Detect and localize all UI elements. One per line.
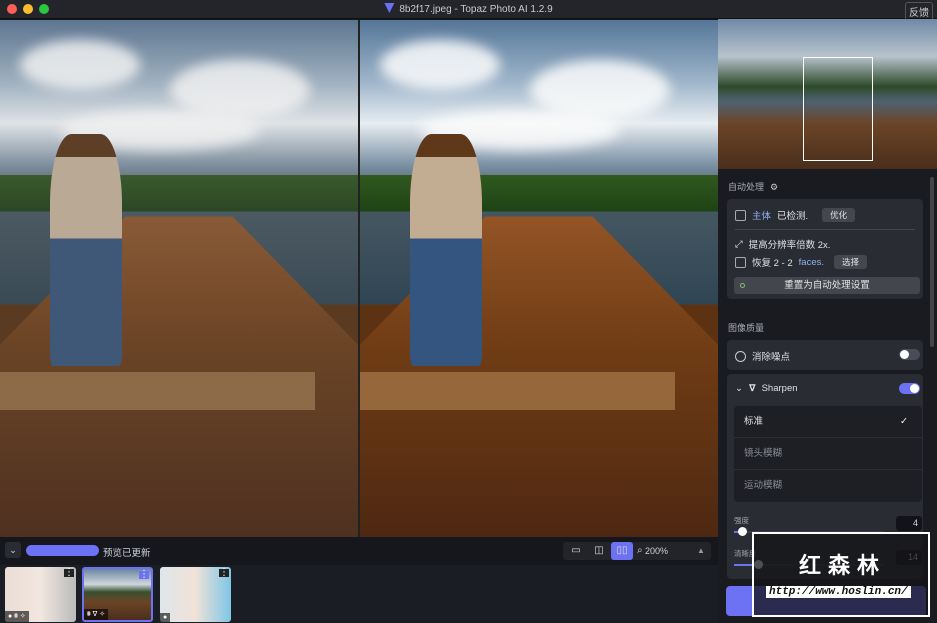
chevron-down-icon[interactable]: ⌄ — [735, 383, 743, 394]
face-detect-icon — [735, 256, 746, 268]
sharpen-icon: ∇ — [748, 383, 756, 394]
detected-text: 已检测. — [777, 211, 809, 222]
thumbnail-badges: ⩩ ∇ ✧ — [84, 609, 109, 620]
window-title: 8b2f17.jpeg - Topaz Photo AI 1.2.9 — [0, 3, 937, 15]
panel-scrollbar[interactable] — [930, 177, 934, 347]
bottom-toolbar: ⌄ 预览已更新 ▭ ◫ ▯▯ ⌕ 200% ▲ — [0, 537, 718, 565]
optimize-button[interactable]: 优化 — [822, 208, 856, 222]
more-options-icon[interactable]: ⋮ — [139, 570, 149, 580]
collapse-thumbnails-button[interactable]: ⌄ — [5, 542, 21, 558]
select-faces-button[interactable]: 选择 — [834, 255, 868, 269]
preview-status: 预览已更新 — [103, 548, 151, 559]
option-label: 标准 — [744, 416, 764, 427]
thumbnail-boat[interactable]: ⋮ ⩩ ∇ ✧ — [82, 567, 153, 622]
subject-detect-icon — [735, 209, 746, 221]
strength-label: 强度 — [734, 516, 749, 525]
denoise-icon — [735, 350, 746, 362]
thumbnail-badges: ● — [160, 613, 171, 622]
autopilot-header: 自动处理 ⚙ — [728, 180, 778, 193]
more-options-icon[interactable]: ⋮ — [219, 568, 229, 578]
thumbnail-portrait-1[interactable]: ⋮ ● ⩩ ✧ — [5, 567, 76, 622]
option-label: 运动模糊 — [744, 480, 783, 491]
window-title-text: 8b2f17.jpeg - Topaz Photo AI 1.2.9 — [399, 4, 553, 15]
sharpen-toggle[interactable] — [899, 383, 920, 394]
denoise-label: 消除噪点 — [752, 352, 791, 363]
sharpen-option-lens-blur[interactable]: 镜头模糊 — [734, 438, 922, 470]
gear-icon[interactable]: ⚙ — [770, 182, 778, 193]
reset-autopilot-button[interactable]: 重置为自动处理设置 — [734, 277, 920, 294]
watermark-text: 红森林 — [799, 553, 887, 578]
reset-label: 重置为自动处理设置 — [784, 280, 870, 291]
sharpen-model-list: 标准 ✓ 镜头模糊 运动模糊 — [734, 406, 922, 502]
expand-arrows-icon: ⤢ — [735, 238, 743, 250]
chevron-up-icon[interactable]: ▲ — [697, 546, 705, 555]
denoise-toggle[interactable] — [899, 349, 920, 360]
thumbnail-badges: ● ⩩ ✧ — [5, 611, 29, 622]
faces-link[interactable]: faces. — [799, 257, 824, 268]
sharpen-option-standard[interactable]: 标准 ✓ — [734, 406, 922, 438]
image-quality-header: 图像质量 — [728, 323, 765, 333]
strength-value[interactable]: 4 — [896, 516, 922, 531]
view-mode-group: ▭ ◫ ▯▯ ⌕ 200% ▲ — [563, 542, 711, 560]
autopilot-card: 主体 已检测. 优化 ⤢ 提高分辨率倍数 2x. 恢复 2 - 2 faces. 选择 重… — [727, 199, 923, 299]
zoom-icon[interactable]: ⌕ — [637, 545, 643, 556]
zoom-level[interactable]: 200% — [645, 546, 668, 556]
sharpen-option-motion-blur[interactable]: 运动模糊 — [734, 470, 922, 502]
watermark: 红森林 http://www.hoslin.cn/ — [752, 532, 930, 617]
subject-label: 主体 — [752, 211, 772, 222]
thumbnail-portrait-2[interactable]: ⋮ ● — [160, 567, 231, 622]
autopilot-title: 自动处理 — [728, 182, 765, 192]
denoise-card[interactable]: 消除噪点 — [727, 340, 923, 370]
sharpen-label: Sharpen — [761, 383, 798, 394]
split-view-button[interactable]: ◫ — [588, 542, 610, 560]
option-label: 镜头模糊 — [744, 448, 783, 459]
app-logo-icon — [384, 3, 395, 13]
upscale-text: 提高分辨率倍数 2x. — [748, 240, 831, 251]
preview-progress-bar — [26, 545, 99, 556]
more-options-icon[interactable]: ⋮ — [64, 568, 74, 578]
navigator-preview[interactable] — [718, 19, 937, 169]
navigator-viewport[interactable] — [803, 57, 873, 161]
status-dot-icon — [740, 283, 745, 288]
single-view-button[interactable]: ▭ — [565, 542, 587, 560]
watermark-url: http://www.hoslin.cn/ — [766, 586, 911, 598]
title-bar: 8b2f17.jpeg - Topaz Photo AI 1.2.9 反馈 — [0, 0, 937, 21]
original-image[interactable] — [0, 20, 358, 537]
checkmark-icon: ✓ — [900, 416, 908, 427]
recover-text: 恢复 2 - 2 — [752, 258, 793, 269]
thumbnail-strip: ⋮ ● ⩩ ✧ ⋮ ⩩ ∇ ✧ ⋮ ● — [0, 565, 718, 623]
side-by-side-view-button[interactable]: ▯▯ — [611, 542, 633, 560]
processed-image[interactable] — [360, 20, 718, 537]
